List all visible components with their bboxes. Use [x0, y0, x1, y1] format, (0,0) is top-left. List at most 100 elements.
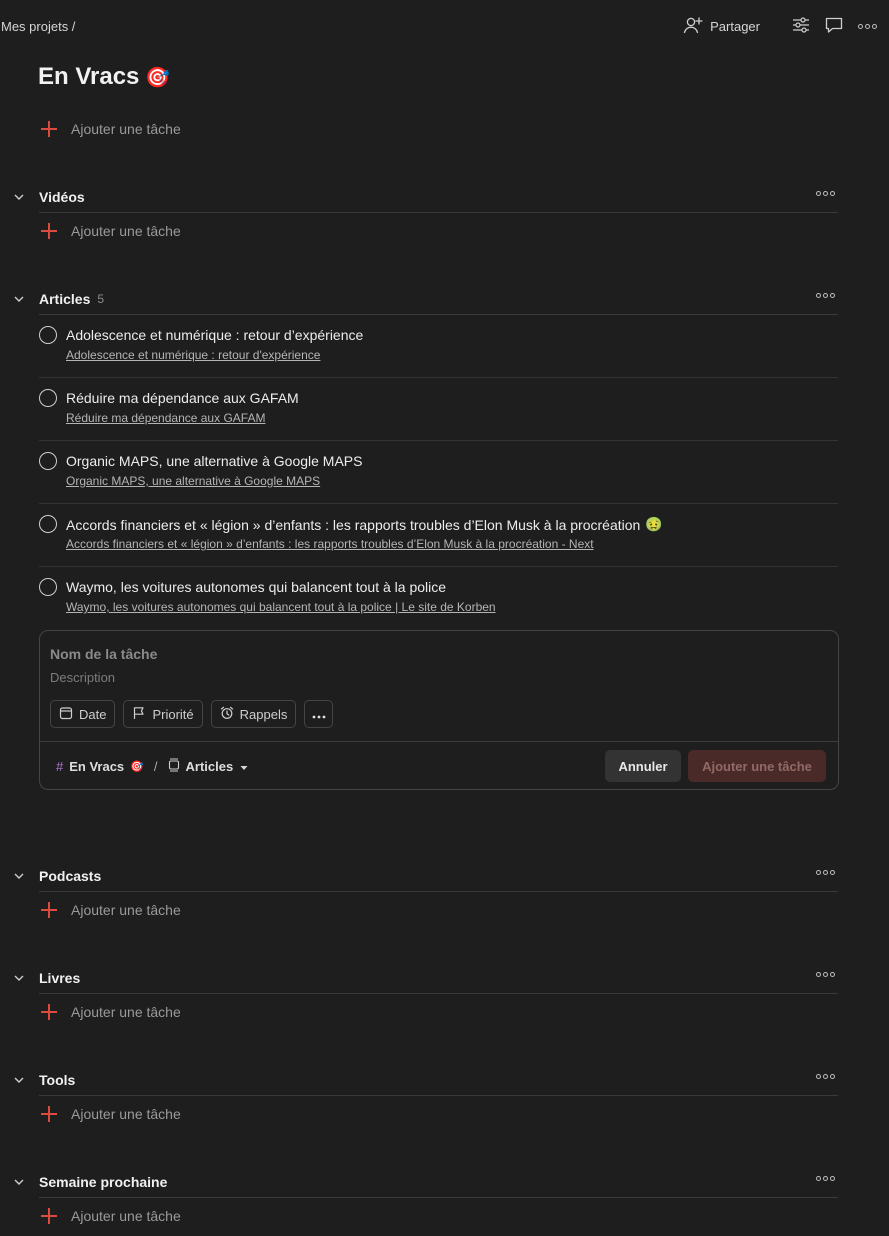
add-task-button[interactable]: Ajouter une tâche — [39, 1204, 181, 1228]
section-more-button[interactable] — [816, 293, 835, 298]
project-section-selector[interactable]: # En Vracs 🎯 / Articles — [56, 758, 249, 775]
task-checkbox[interactable] — [39, 452, 57, 470]
more-icon — [816, 972, 835, 977]
task-title[interactable]: Waymo, les voitures autonomes qui balanc… — [66, 579, 446, 595]
add-task-label: Ajouter une tâche — [71, 1106, 181, 1122]
add-task-button[interactable]: Ajouter une tâche — [39, 117, 181, 141]
plus-icon — [41, 1106, 57, 1122]
more-icon — [816, 870, 835, 875]
section-more-button[interactable] — [816, 1074, 835, 1079]
project-title: En Vracs — [38, 63, 140, 90]
task-description-input[interactable]: Description — [50, 670, 115, 685]
top-actions: Partager — [683, 14, 879, 38]
task-link[interactable]: Organic MAPS, une alternative à Google M… — [66, 474, 320, 488]
selector-project-emoji: 🎯 — [130, 761, 144, 773]
alarm-clock-icon — [220, 706, 234, 723]
more-horizontal-icon — [312, 707, 326, 722]
chevron-down-icon[interactable] — [11, 296, 27, 302]
selector-section-name: Articles — [185, 759, 234, 774]
add-task-button[interactable]: Ajouter une tâche — [39, 1000, 181, 1024]
task-link[interactable]: Réduire ma dépendance aux GAFAM — [66, 411, 265, 425]
more-icon — [816, 293, 835, 298]
section-name[interactable]: Livres — [39, 970, 80, 986]
submit-task-button[interactable]: Ajouter une tâche — [688, 750, 826, 782]
more-button[interactable] — [855, 14, 879, 38]
section-name[interactable]: Podcasts — [39, 868, 101, 884]
view-settings-button[interactable] — [789, 14, 813, 38]
cancel-button[interactable]: Annuler — [605, 750, 681, 782]
section-divider — [39, 212, 838, 213]
section-header-videos: Vidéos — [0, 183, 838, 211]
task-title-text: Adolescence et numérique : retour d’expé… — [66, 327, 364, 343]
task-title[interactable]: Accords financiers et « légion » d’enfan… — [66, 516, 663, 533]
task-title-text: Waymo, les voitures autonomes qui balanc… — [66, 579, 447, 595]
priority-label: Priorité — [152, 706, 194, 722]
plus-icon — [41, 902, 57, 918]
add-task-label: Ajouter une tâche — [71, 1004, 181, 1020]
task-name-input[interactable]: Nom de la tâche — [50, 646, 157, 662]
task-link[interactable]: Waymo, les voitures autonomes qui balanc… — [66, 600, 496, 614]
calendar-icon — [59, 706, 73, 723]
more-icon — [816, 1074, 835, 1079]
task-item[interactable]: Accords financiers et « légion » d’enfan… — [39, 504, 838, 567]
comments-icon — [824, 15, 844, 38]
chevron-down-icon[interactable] — [11, 194, 27, 200]
section-divider — [39, 1095, 838, 1096]
more-icon — [816, 191, 835, 196]
comments-button[interactable] — [822, 14, 846, 38]
task-title[interactable]: Adolescence et numérique : retour d’expé… — [66, 327, 363, 343]
share-button[interactable]: Partager — [683, 16, 760, 37]
section-more-button[interactable] — [816, 972, 835, 977]
task-item[interactable]: Waymo, les voitures autonomes qui balanc… — [39, 567, 838, 630]
selector-project-name: En Vracs — [69, 759, 125, 774]
share-label: Partager — [710, 18, 760, 34]
task-title[interactable]: Réduire ma dépendance aux GAFAM — [66, 390, 299, 406]
chevron-down-icon[interactable] — [11, 975, 27, 981]
caret-down-icon — [239, 759, 249, 774]
task-checkbox[interactable] — [39, 578, 57, 596]
priority-button[interactable]: Priorité — [123, 700, 203, 728]
more-icon — [816, 1176, 835, 1181]
chevron-down-icon[interactable] — [11, 1077, 27, 1083]
add-task-button[interactable]: Ajouter une tâche — [39, 219, 181, 243]
task-editor: Nom de la tâche Description Date Priorit… — [39, 630, 839, 790]
task-title-text: Accords financiers et « légion » d’enfan… — [66, 516, 641, 533]
plus-icon — [41, 121, 57, 137]
hash-icon: # — [56, 759, 64, 774]
add-task-button[interactable]: Ajouter une tâche — [39, 898, 181, 922]
task-item[interactable]: Réduire ma dépendance aux GAFAM Réduire … — [39, 378, 838, 441]
chevron-down-icon[interactable] — [11, 873, 27, 879]
view-settings-icon — [792, 16, 810, 36]
task-checkbox[interactable] — [39, 515, 57, 533]
task-item[interactable]: Organic MAPS, une alternative à Google M… — [39, 441, 838, 504]
task-link[interactable]: Accords financiers et « légion » d’enfan… — [66, 537, 594, 551]
add-task-label: Ajouter une tâche — [71, 121, 181, 137]
date-button[interactable]: Date — [50, 700, 116, 728]
plus-icon — [41, 1208, 57, 1224]
task-title-text: Organic MAPS, une alternative à Google M… — [66, 453, 363, 469]
section-name[interactable]: Vidéos — [39, 189, 85, 205]
more-options-button[interactable] — [304, 700, 334, 728]
section-header-semaine-prochaine: Semaine prochaine — [0, 1168, 838, 1196]
plus-icon — [41, 1004, 57, 1020]
section-name[interactable]: Tools — [39, 1072, 75, 1088]
breadcrumb[interactable]: Mes projets / — [1, 19, 75, 34]
flag-icon — [132, 706, 146, 723]
reminders-button[interactable]: Rappels — [210, 700, 297, 728]
section-more-button[interactable] — [816, 191, 835, 196]
add-task-button[interactable]: Ajouter une tâche — [39, 1102, 181, 1126]
chevron-down-icon[interactable] — [11, 1179, 27, 1185]
path-separator: / — [153, 759, 158, 774]
add-person-icon — [683, 16, 703, 37]
task-link[interactable]: Adolescence et numérique : retour d'expé… — [66, 348, 320, 362]
section-name[interactable]: Semaine prochaine — [39, 1174, 167, 1190]
section-more-button[interactable] — [816, 1176, 835, 1181]
task-checkbox[interactable] — [39, 389, 57, 407]
section-more-button[interactable] — [816, 870, 835, 875]
task-title-text: Réduire ma dépendance aux GAFAM — [66, 390, 299, 406]
task-item[interactable]: Adolescence et numérique : retour d’expé… — [39, 315, 838, 378]
task-title[interactable]: Organic MAPS, une alternative à Google M… — [66, 453, 362, 469]
task-emoji: 🤢 — [645, 516, 663, 532]
task-checkbox[interactable] — [39, 326, 57, 344]
section-name[interactable]: Articles — [39, 291, 90, 307]
